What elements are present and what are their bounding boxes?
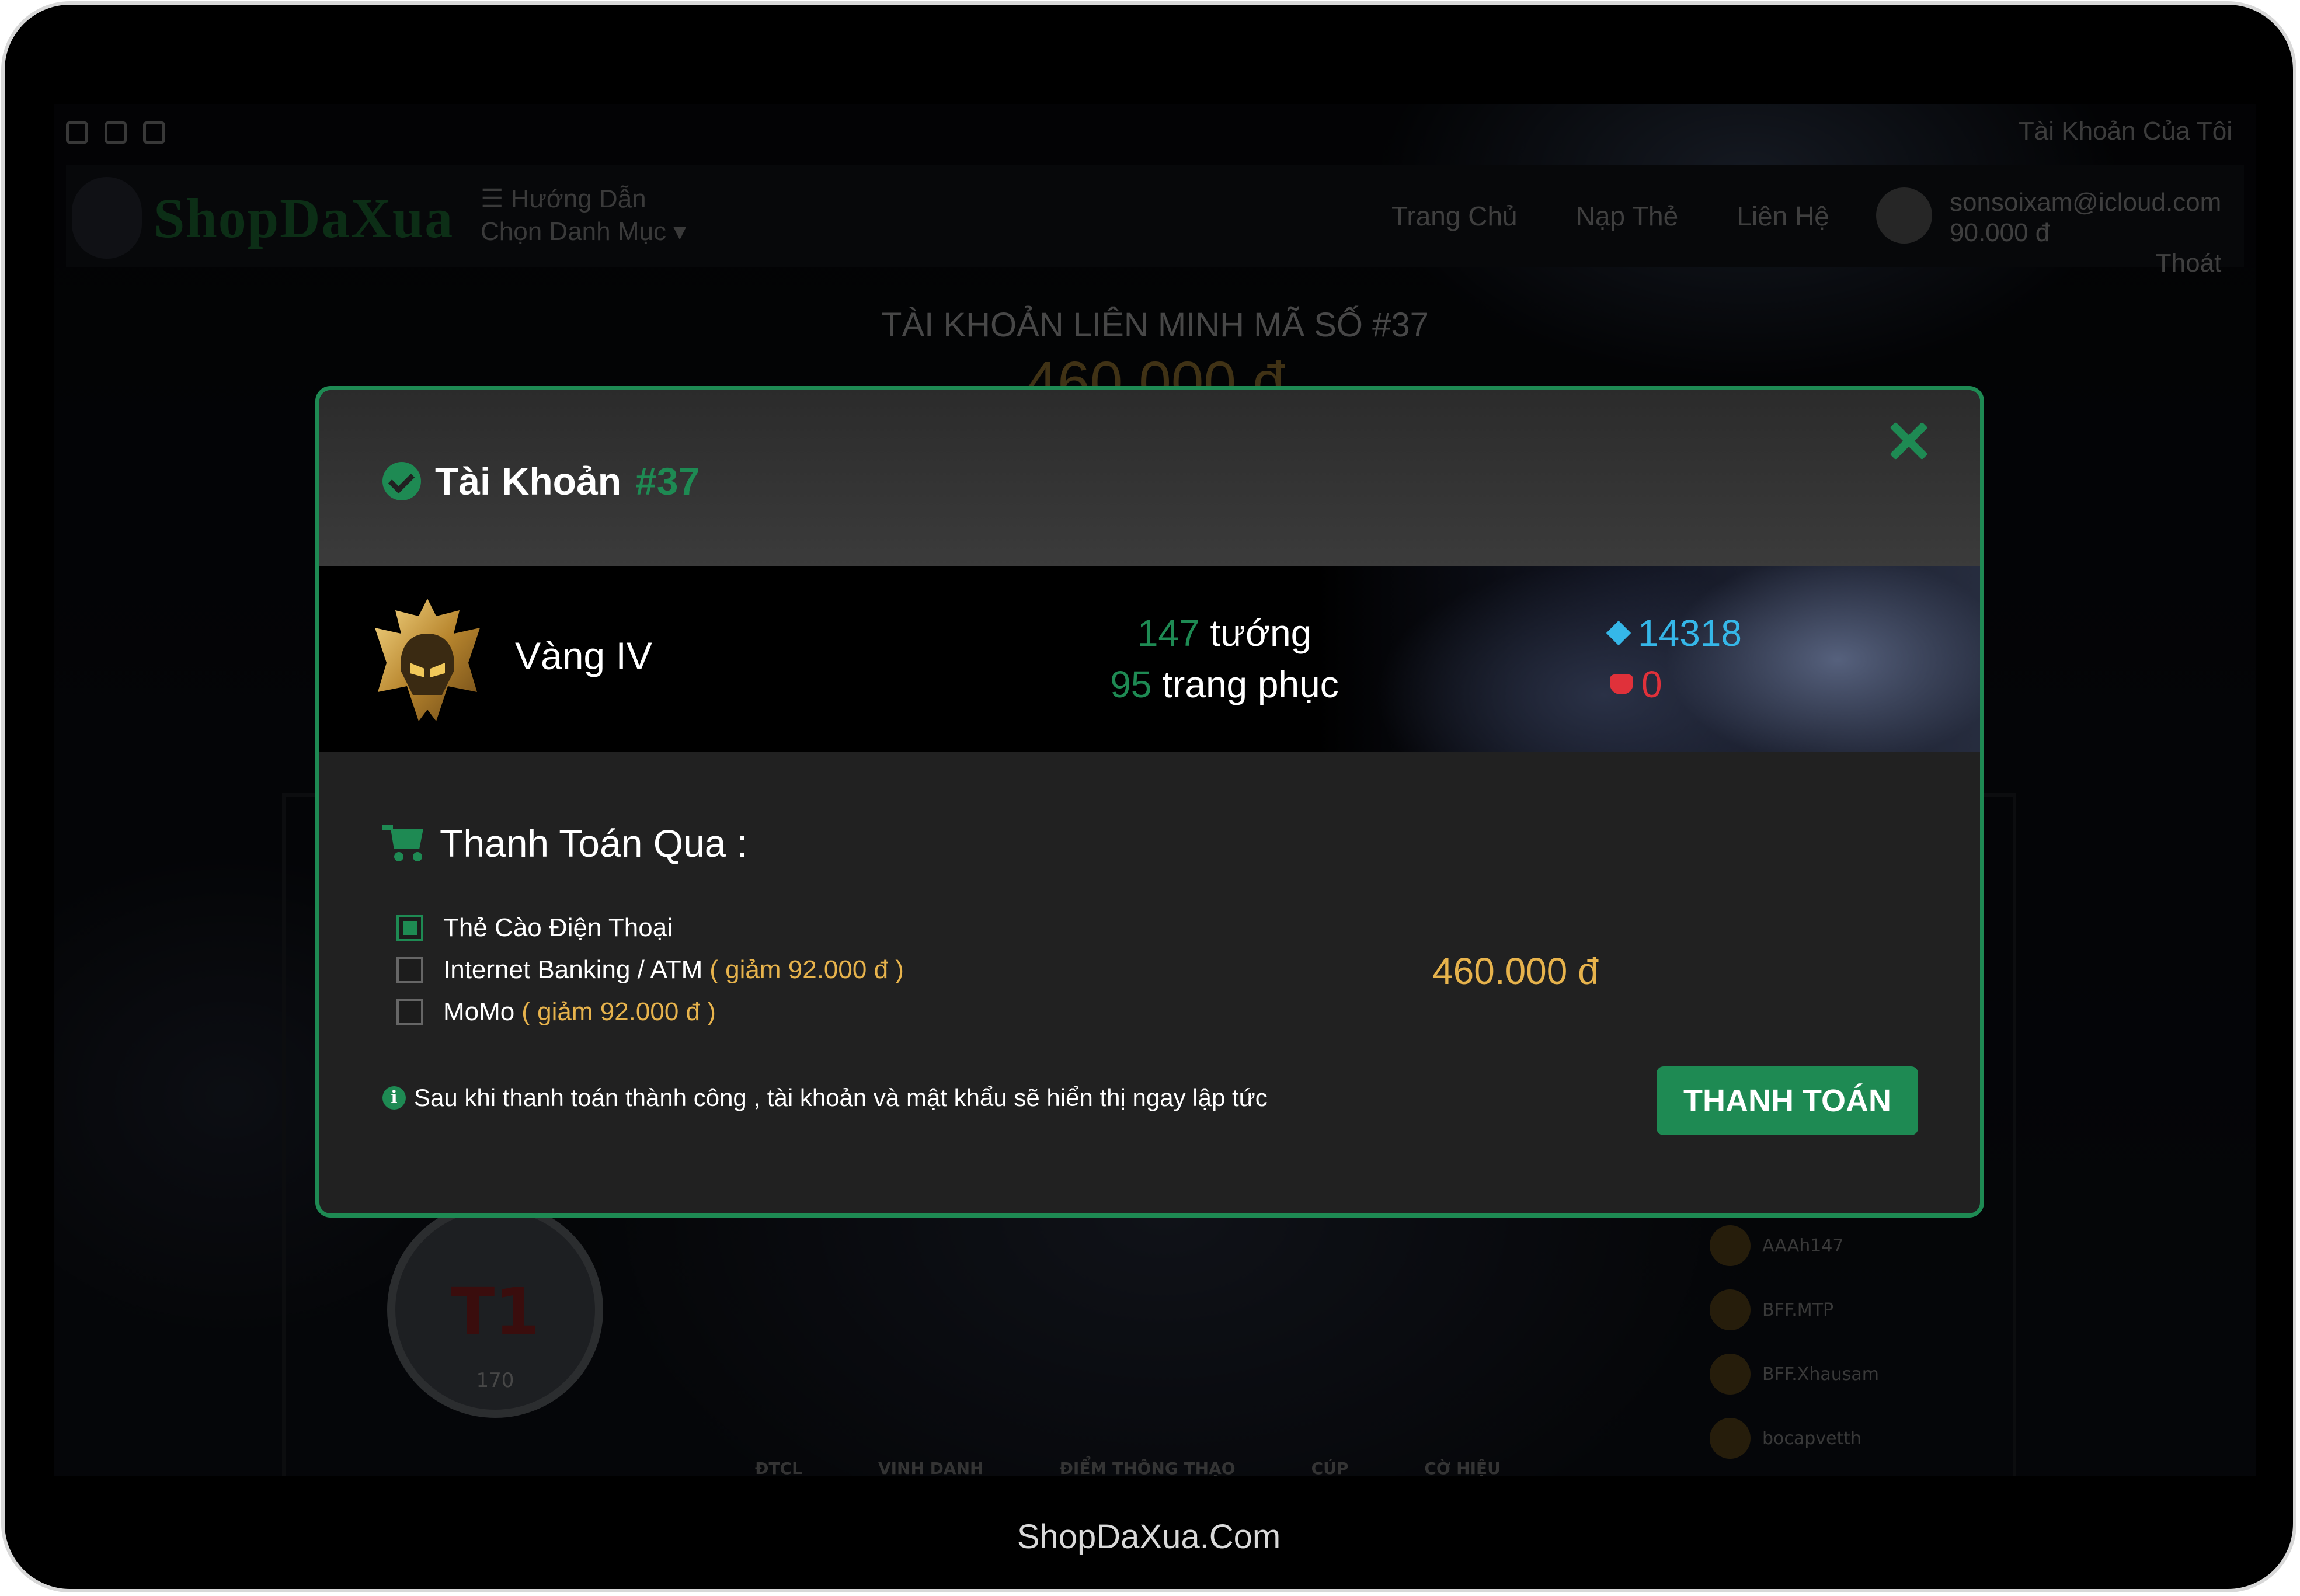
option-label: Thẻ Cào Điện Thoại — [443, 913, 673, 942]
list-item: bocapvetth — [1710, 1406, 1879, 1470]
payment-options: Thẻ Cào Điện Thoại Internet Banking / AT… — [396, 907, 904, 1033]
nav-home[interactable]: Trang Chủ — [1391, 200, 1518, 232]
account-counts: 147 tướng 95 trang phục — [903, 607, 1546, 710]
logo[interactable]: ShopDaXua — [72, 177, 454, 259]
skins-count: 95 — [1110, 663, 1152, 705]
option-label: Internet Banking / ATM — [443, 955, 703, 984]
rank-name: Vàng IV — [515, 634, 652, 677]
page-heading: TÀI KHOẢN LIÊN MINH MÃ SỐ #37 — [881, 306, 1429, 344]
modal-title: Tài Khoản #37 — [382, 459, 700, 503]
modal-header: Tài Khoản #37 — [319, 390, 1980, 566]
riot-points-value: 0 — [1641, 663, 1662, 705]
tab-banner[interactable]: CỜ HIỆU — [1424, 1459, 1500, 1476]
device-frame: Tài Khoản Của Tôi ShopDaXua ☰ Hướng Dẫn … — [5, 5, 2293, 1589]
instagram-icon[interactable] — [143, 121, 165, 144]
twitter-icon[interactable] — [105, 121, 127, 144]
modal-title-label: Tài Khoản — [435, 460, 622, 503]
payment-notice: i Sau khi thanh toán thành công , tài kh… — [382, 1084, 1268, 1112]
account-resources: 14318 0 — [1606, 607, 1742, 710]
champions-label: tướng — [1210, 612, 1312, 654]
guide-link[interactable]: ☰ Hướng Dẫn — [481, 183, 686, 215]
list-item: BFF.Xhausam — [1710, 1342, 1879, 1406]
account-summary: Vàng IV 147 tướng 95 trang phục 14318 0 — [319, 566, 1980, 752]
footer-site-name: ShopDaXua.Com — [1017, 1518, 1281, 1556]
option-internet-banking[interactable]: Internet Banking / ATM ( giảm 92.000 đ ) — [396, 949, 904, 991]
option-discount: ( giảm 92.000 đ ) — [521, 997, 716, 1026]
option-phone-card[interactable]: Thẻ Cào Điện Thoại — [396, 907, 904, 949]
avatar[interactable] — [1876, 187, 1932, 244]
team-emblem: T1 170 — [387, 1202, 603, 1418]
option-discount: ( giảm 92.000 đ ) — [709, 955, 904, 984]
close-icon[interactable] — [1888, 420, 1929, 461]
tab-trophy[interactable]: CÚP — [1311, 1459, 1349, 1476]
info-icon: i — [382, 1086, 406, 1110]
internet-banking-checkbox[interactable] — [396, 957, 423, 983]
logo-mascot-icon — [72, 177, 142, 259]
category-dropdown[interactable]: Chọn Danh Mục ▾ — [481, 215, 686, 248]
user-balance: 90.000 đ — [1950, 218, 2050, 247]
payment-title-text: Thanh Toán Qua : — [440, 822, 748, 865]
purchase-modal: Tài Khoản #37 Vàng IV 147 tướng 95 trang… — [315, 386, 1984, 1218]
top-bar: Tài Khoản Của Tôi — [54, 104, 2256, 165]
side-list: AAAh147 BFF.MTP BFF.Xhausam bocapvetth — [1710, 1213, 1879, 1470]
riot-points-icon — [1610, 674, 1633, 694]
option-label: MoMo — [443, 997, 515, 1026]
category-menu[interactable]: ☰ Hướng Dẫn Chọn Danh Mục ▾ — [481, 183, 686, 248]
list-item: BFF.MTP — [1710, 1278, 1879, 1342]
tab-honor[interactable]: VINH DANH — [878, 1459, 983, 1476]
emblem-text: T1 — [451, 1274, 540, 1349]
my-account-link[interactable]: Tài Khoản Của Tôi — [2019, 117, 2232, 146]
pay-button[interactable]: THANH TOÁN — [1657, 1066, 1918, 1135]
user-box[interactable]: sonsoixam@icloud.com 90.000 đ Thoát — [1876, 187, 2221, 279]
shopping-cart-icon — [382, 825, 424, 861]
gold-rank-icon — [375, 599, 480, 721]
blue-essence-icon — [1606, 620, 1631, 646]
total-price: 460.000 đ — [1432, 950, 1599, 992]
user-email: sonsoixam@icloud.com — [1950, 188, 2222, 217]
emblem-level: 170 — [476, 1369, 514, 1392]
nav-contact[interactable]: Liên Hệ — [1737, 200, 1829, 232]
check-circle-icon — [382, 462, 421, 500]
momo-checkbox[interactable] — [396, 999, 423, 1025]
tab-tft[interactable]: ĐTCL — [755, 1459, 802, 1476]
bottom-tabs: ĐTCL VINH DANH ĐIỂM THÔNG THẠO CÚP CỜ HI… — [755, 1459, 1501, 1476]
option-momo[interactable]: MoMo ( giảm 92.000 đ ) — [396, 991, 904, 1033]
logo-text: ShopDaXua — [154, 186, 454, 249]
champions-count: 147 — [1137, 612, 1200, 654]
logout-link[interactable]: Thoát — [1950, 248, 2222, 279]
tab-mastery[interactable]: ĐIỂM THÔNG THẠO — [1059, 1459, 1235, 1476]
blue-essence-value: 14318 — [1638, 612, 1742, 654]
nav-top-up[interactable]: Nạp Thẻ — [1576, 200, 1679, 232]
payment-title: Thanh Toán Qua : — [382, 821, 747, 865]
notice-text: Sau khi thanh toán thành công , tài khoả… — [414, 1084, 1268, 1111]
navbar: ShopDaXua ☰ Hướng Dẫn Chọn Danh Mục ▾ Tr… — [66, 165, 2244, 277]
skins-label: trang phục — [1162, 663, 1339, 705]
phone-card-checkbox[interactable] — [396, 915, 423, 941]
list-item: AAAh147 — [1710, 1213, 1879, 1278]
facebook-icon[interactable] — [66, 121, 88, 144]
account-code: #37 — [635, 460, 700, 503]
